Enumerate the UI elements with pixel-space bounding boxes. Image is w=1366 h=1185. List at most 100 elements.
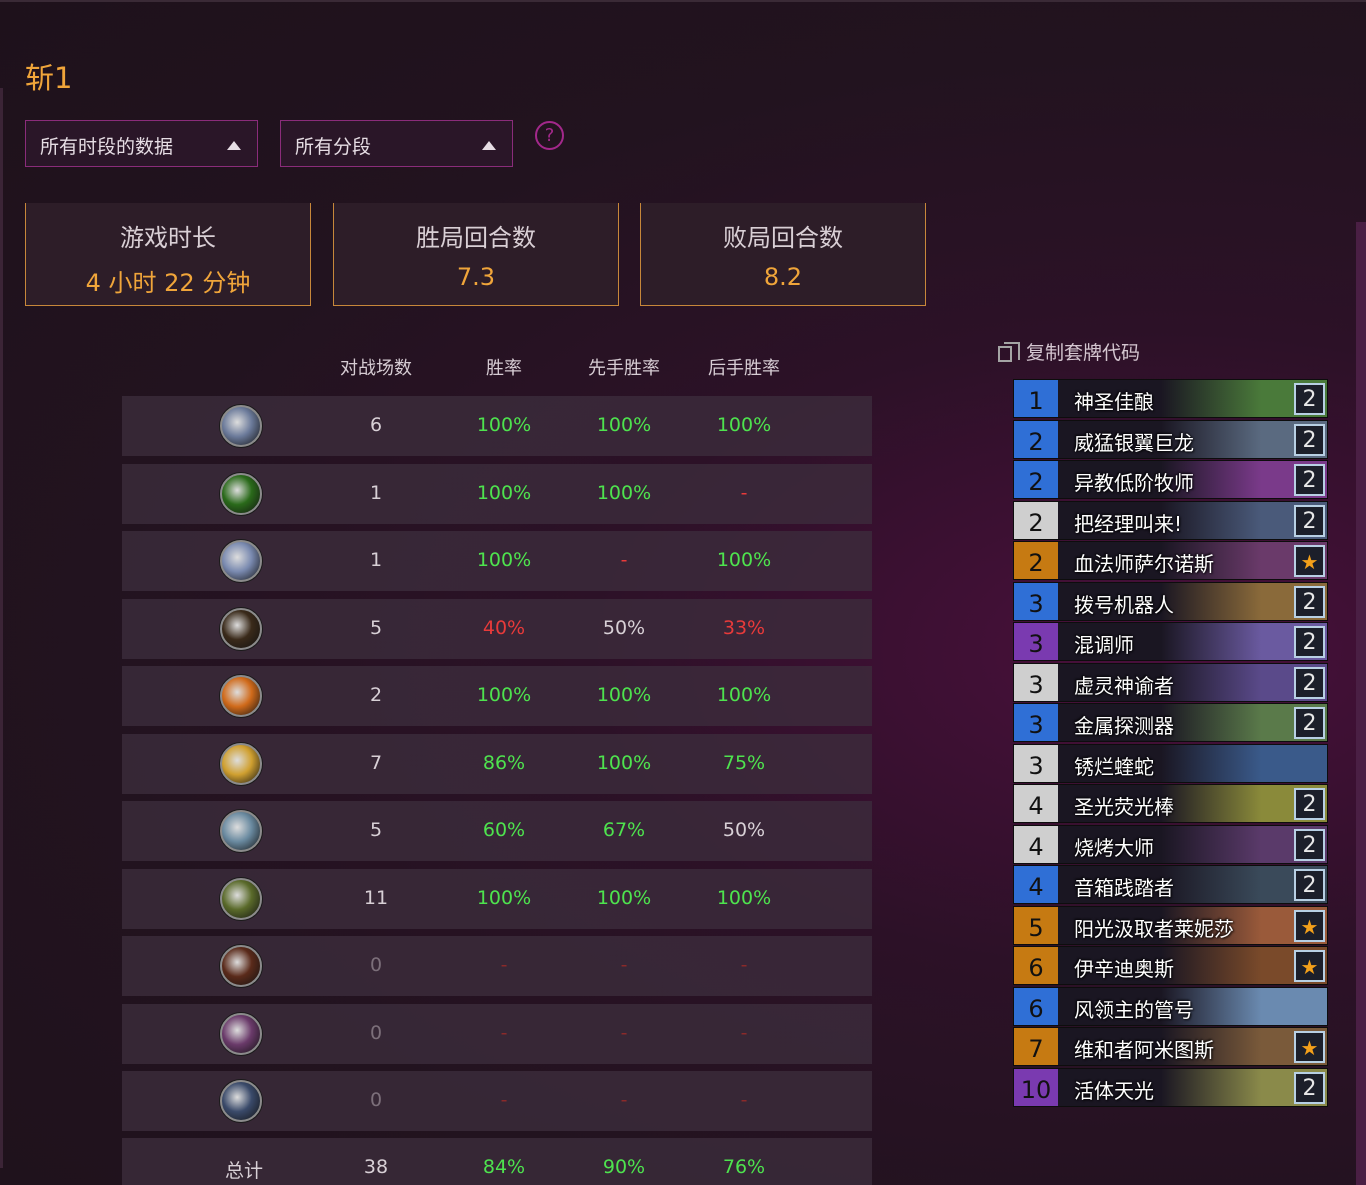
time-range-value: 所有时段的数据 — [40, 136, 174, 158]
cell-second: - — [740, 954, 748, 976]
cell-first: 100% — [596, 481, 652, 504]
table-row: 1 100% - 100% — [122, 531, 872, 591]
card-cost: 2 — [1014, 501, 1058, 539]
cell-winrate: 100% — [476, 684, 532, 706]
cell-winrate: 100% — [476, 481, 532, 504]
deck-card[interactable]: 4 烧烤大师 2 — [1013, 824, 1328, 864]
card-name: 金属探测器 — [1074, 714, 1174, 738]
card-cost: 3 — [1014, 663, 1058, 701]
deck-card[interactable]: 2 把经理叫来! 2 — [1013, 500, 1328, 540]
cell-games: 6 — [369, 414, 383, 436]
cell-first: - — [620, 1021, 628, 1044]
deck-card[interactable]: 3 拨号机器人 2 — [1013, 581, 1328, 621]
card-count: 2 — [1294, 788, 1325, 820]
total-label: 总计 — [224, 1160, 263, 1182]
copy-deck-code-button[interactable]: 复制套牌代码 — [998, 338, 1140, 365]
table-row: 5 40% 50% 33% — [122, 598, 872, 659]
deck-card[interactable]: 10 活体天光 2 — [1013, 1067, 1328, 1107]
cell-winrate: 86% — [482, 751, 526, 774]
rank-range-value: 所有分段 — [295, 136, 372, 158]
deck-card[interactable]: 6 伊辛迪奥斯 ★ — [1013, 946, 1328, 985]
deck-card[interactable]: 5 阳光汲取者莱妮莎 ★ — [1013, 905, 1328, 945]
copy-icon — [998, 341, 1020, 362]
cell-first: - — [620, 549, 628, 571]
deck-card[interactable]: 4 音箱践踏者 2 — [1013, 865, 1328, 904]
card-cost: 6 — [1014, 987, 1058, 1025]
scrollbar[interactable] — [1356, 222, 1366, 1185]
stat-label: 败局回合数 — [723, 224, 843, 252]
stat-label: 胜局回合数 — [416, 224, 536, 252]
card-cost: 3 — [1014, 704, 1058, 741]
table-row: 1 100% 100% - — [122, 463, 872, 524]
table-row: 7 86% 100% 75% — [122, 733, 872, 794]
deck-card[interactable]: 7 维和者阿米图斯 ★ — [1013, 1027, 1328, 1066]
card-name: 维和者阿米图斯 — [1074, 1038, 1214, 1062]
card-name: 烧烤大师 — [1074, 835, 1154, 860]
cell-second: - — [740, 1089, 748, 1111]
card-count: 2 — [1294, 626, 1325, 658]
hunter-icon — [220, 607, 262, 650]
cell-winrate: 100% — [476, 414, 532, 436]
help-icon[interactable]: ? — [535, 121, 564, 150]
cell-second: 100% — [716, 414, 772, 436]
cell-games: 5 — [369, 616, 383, 639]
deck-card[interactable]: 2 威猛银翼巨龙 2 — [1013, 419, 1328, 459]
time-range-select[interactable]: 所有时段的数据 — [25, 120, 258, 167]
deck-card[interactable]: 3 金属探测器 2 — [1013, 703, 1328, 742]
cell-first: - — [620, 954, 628, 976]
deck-card[interactable]: 3 虚灵神谕者 2 — [1013, 662, 1328, 702]
demonhunter-icon — [220, 1012, 262, 1055]
rank-range-select[interactable]: 所有分段 — [280, 120, 513, 167]
header-games[interactable]: 对战场数 — [316, 354, 436, 380]
header-winrate[interactable]: 胜率 — [444, 354, 564, 380]
cell-games: 5 — [369, 819, 383, 841]
cell-second: 75% — [722, 751, 766, 774]
deck-card[interactable]: 3 混调师 2 — [1013, 622, 1328, 661]
cell-first: 67% — [602, 819, 646, 841]
deck-card[interactable]: 1 神圣佳酿 2 — [1013, 379, 1328, 418]
stat-play-time: 游戏时长 4 小时 22 分钟 — [25, 203, 311, 306]
stat-value: 7.3 — [456, 263, 496, 291]
stat-value: 4 小时 22 分钟 — [85, 269, 251, 297]
card-count: 2 — [1294, 383, 1325, 415]
cell-games: 1 — [369, 481, 383, 504]
total-first-winrate: 90% — [602, 1156, 646, 1178]
table-row: 11 100% 100% 100% — [122, 868, 872, 929]
cell-winrate: 40% — [482, 616, 526, 639]
total-winrate: 84% — [482, 1156, 526, 1178]
header-first-winrate[interactable]: 先手胜率 — [564, 354, 684, 380]
card-count: 2 — [1294, 585, 1325, 618]
cell-games: 2 — [369, 684, 383, 706]
left-border — [0, 88, 3, 1168]
header-second-winrate[interactable]: 后手胜率 — [684, 354, 804, 380]
deck-card[interactable]: 2 异教低阶牧师 2 — [1013, 460, 1328, 499]
cell-games: 0 — [369, 954, 383, 976]
deck-card[interactable]: 4 圣光荧光棒 2 — [1013, 784, 1328, 823]
stat-label: 游戏时长 — [120, 224, 216, 252]
card-cost: 10 — [1014, 1068, 1058, 1106]
cell-second: 100% — [716, 549, 772, 571]
card-count: 2 — [1294, 464, 1325, 496]
card-cost: 5 — [1014, 906, 1058, 944]
card-cost: 4 — [1014, 785, 1058, 822]
card-cost: 4 — [1014, 825, 1058, 863]
deck-card[interactable]: 6 风领主的管号 — [1013, 986, 1328, 1026]
card-name: 阳光汲取者莱妮莎 — [1074, 916, 1234, 941]
card-cost: 2 — [1014, 542, 1058, 579]
card-name: 神圣佳酿 — [1074, 390, 1154, 414]
card-cost: 3 — [1014, 582, 1058, 620]
cell-games: 0 — [369, 1021, 383, 1044]
cell-winrate: - — [500, 954, 508, 976]
cell-second: 100% — [716, 684, 772, 706]
card-cost: 2 — [1014, 420, 1058, 458]
total-games: 38 — [363, 1156, 389, 1178]
cell-winrate: 100% — [476, 886, 532, 909]
total-row: 总计 38 84% 90% 76% — [122, 1138, 872, 1185]
deck-card[interactable]: 2 血法师萨尔诺斯 ★ — [1013, 541, 1328, 580]
card-count: 2 — [1294, 1071, 1325, 1104]
deck-card[interactable]: 3 锈烂蝰蛇 — [1013, 743, 1328, 783]
card-name: 拨号机器人 — [1074, 592, 1174, 617]
card-name: 威猛银翼巨龙 — [1074, 430, 1194, 455]
caret-up-icon — [227, 141, 241, 150]
card-count: 2 — [1294, 666, 1325, 699]
